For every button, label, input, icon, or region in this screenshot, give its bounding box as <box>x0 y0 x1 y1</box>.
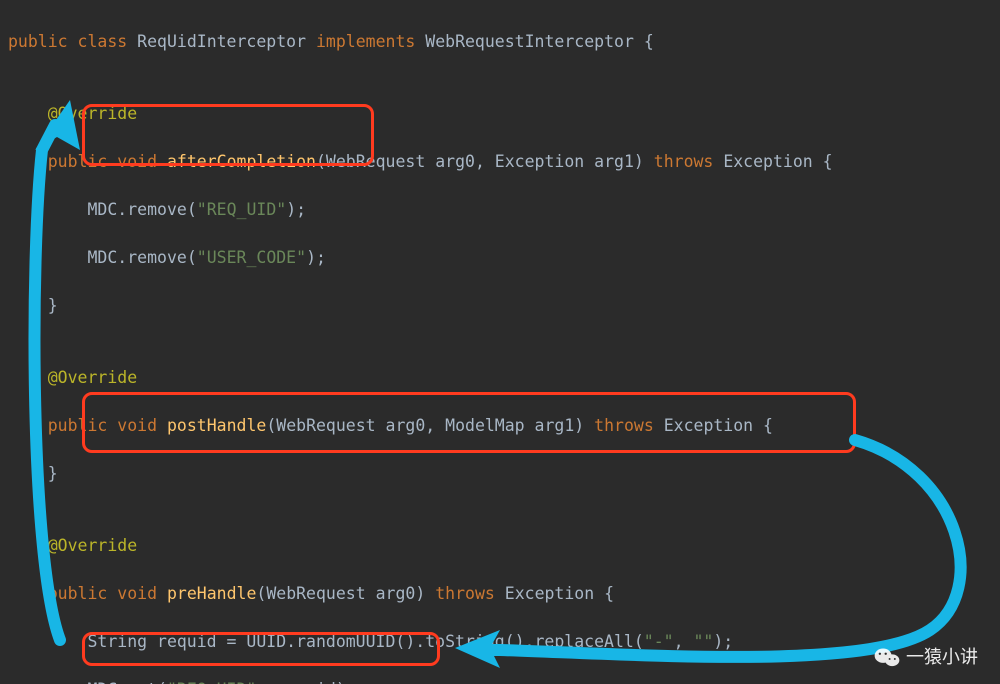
code-line: public void preHandle(WebRequest arg0) t… <box>8 582 1000 606</box>
code-line: @Override <box>8 366 1000 390</box>
wechat-icon <box>874 646 900 668</box>
watermark-text: 一猿小讲 <box>906 645 978 669</box>
code-line: String requid = UUID.randomUUID().toStri… <box>8 630 1000 654</box>
code-block: public class ReqUidInterceptor implement… <box>0 0 1000 684</box>
code-line: MDC.remove("REQ_UID"); <box>8 198 1000 222</box>
code-line: public void afterCompletion(WebRequest a… <box>8 150 1000 174</box>
code-line: MDC.put("REQ_UID", requid); <box>8 678 1000 684</box>
code-line: @Override <box>8 534 1000 558</box>
code-line: public class ReqUidInterceptor implement… <box>8 30 1000 54</box>
code-line: @Override <box>8 102 1000 126</box>
code-line: } <box>8 294 1000 318</box>
code-line: public void postHandle(WebRequest arg0, … <box>8 414 1000 438</box>
watermark: 一猿小讲 <box>874 645 978 669</box>
code-line: MDC.remove("USER_CODE"); <box>8 246 1000 270</box>
code-line: } <box>8 462 1000 486</box>
